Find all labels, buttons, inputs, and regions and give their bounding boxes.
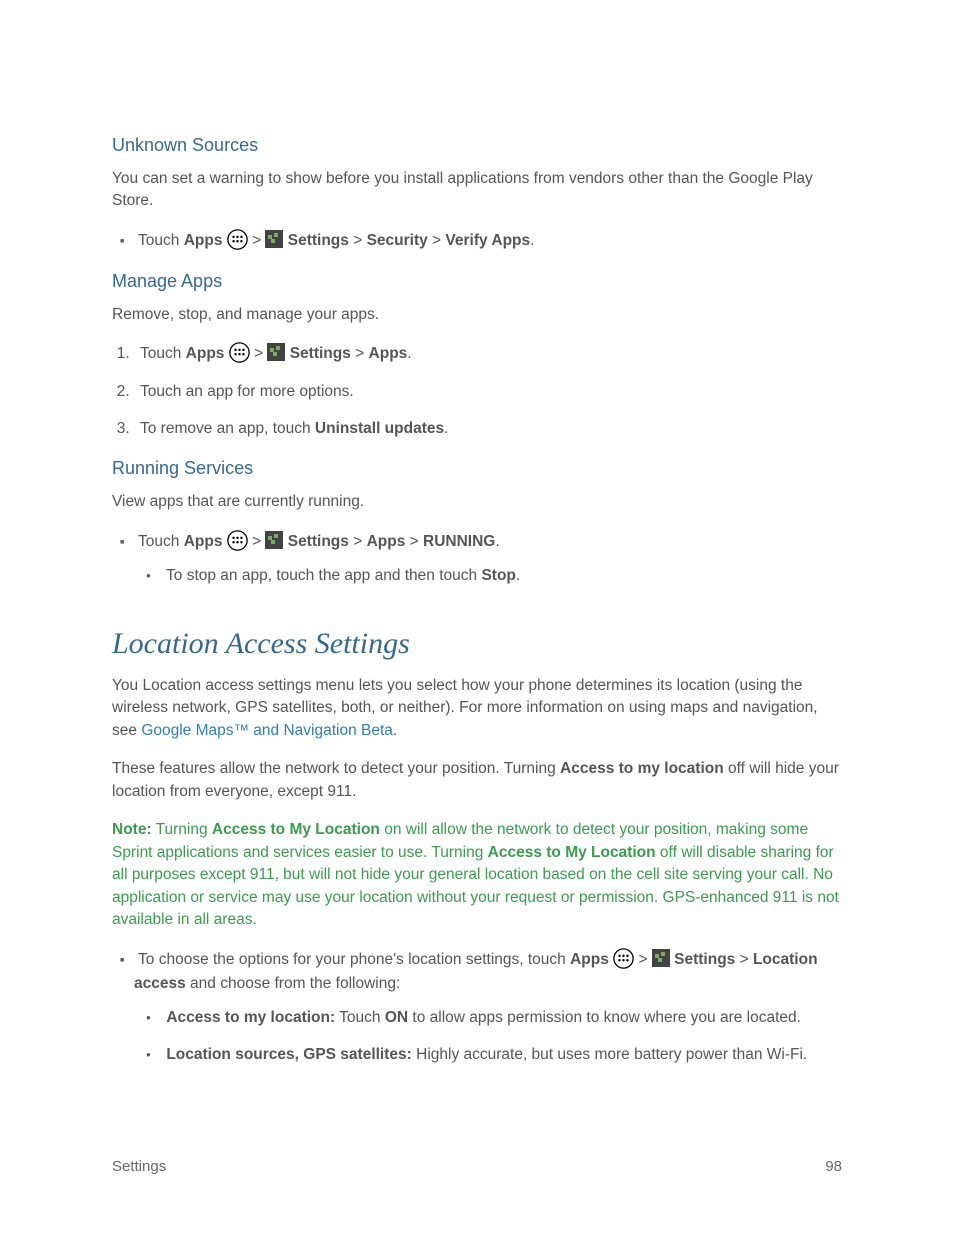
- apps-icon: [227, 229, 248, 250]
- settings-icon: [265, 230, 283, 248]
- settings-icon: [267, 343, 285, 361]
- text-unknown-intro: You can set a warning to show before you…: [112, 168, 842, 213]
- sub-access-location: Access to my location: Touch ON to allow…: [162, 1006, 842, 1029]
- link-google-maps[interactable]: Google Maps™ and Navigation Beta: [141, 722, 393, 739]
- text-location-p1: You Location access settings menu lets y…: [112, 675, 842, 742]
- sub-location-sources: Location sources, GPS satellites: Highly…: [162, 1043, 842, 1066]
- step-manage-1: Touch Apps > Settings > Apps.: [134, 342, 842, 365]
- apps-icon: [229, 342, 250, 363]
- step-manage-3: To remove an app, touch Uninstall update…: [134, 417, 842, 440]
- step-location: To choose the options for your phone's l…: [134, 948, 842, 1067]
- text-location-p2: These features allow the network to dete…: [112, 758, 842, 803]
- heading-manage-apps: Manage Apps: [112, 271, 842, 292]
- footer-section: Settings: [112, 1158, 166, 1175]
- apps-icon: [227, 530, 248, 551]
- step-manage-2: Touch an app for more options.: [134, 380, 842, 403]
- note-location: Note: Turning Access to My Location on w…: [112, 819, 842, 931]
- settings-icon: [652, 949, 670, 967]
- text-running-intro: View apps that are currently running.: [112, 491, 842, 513]
- step-unknown: Touch Apps > Settings > Security > Verif…: [134, 229, 842, 253]
- heading-location-access: Location Access Settings: [112, 627, 842, 661]
- heading-unknown-sources: Unknown Sources: [112, 135, 842, 156]
- apps-icon: [613, 948, 634, 969]
- settings-icon: [265, 531, 283, 549]
- step-running-sub: To stop an app, touch the app and then t…: [162, 564, 842, 587]
- step-running: Touch Apps > Settings > Apps > RUNNING. …: [134, 530, 842, 587]
- heading-running-services: Running Services: [112, 458, 842, 479]
- footer-page-number: 98: [825, 1158, 842, 1175]
- text-manage-intro: Remove, stop, and manage your apps.: [112, 304, 842, 326]
